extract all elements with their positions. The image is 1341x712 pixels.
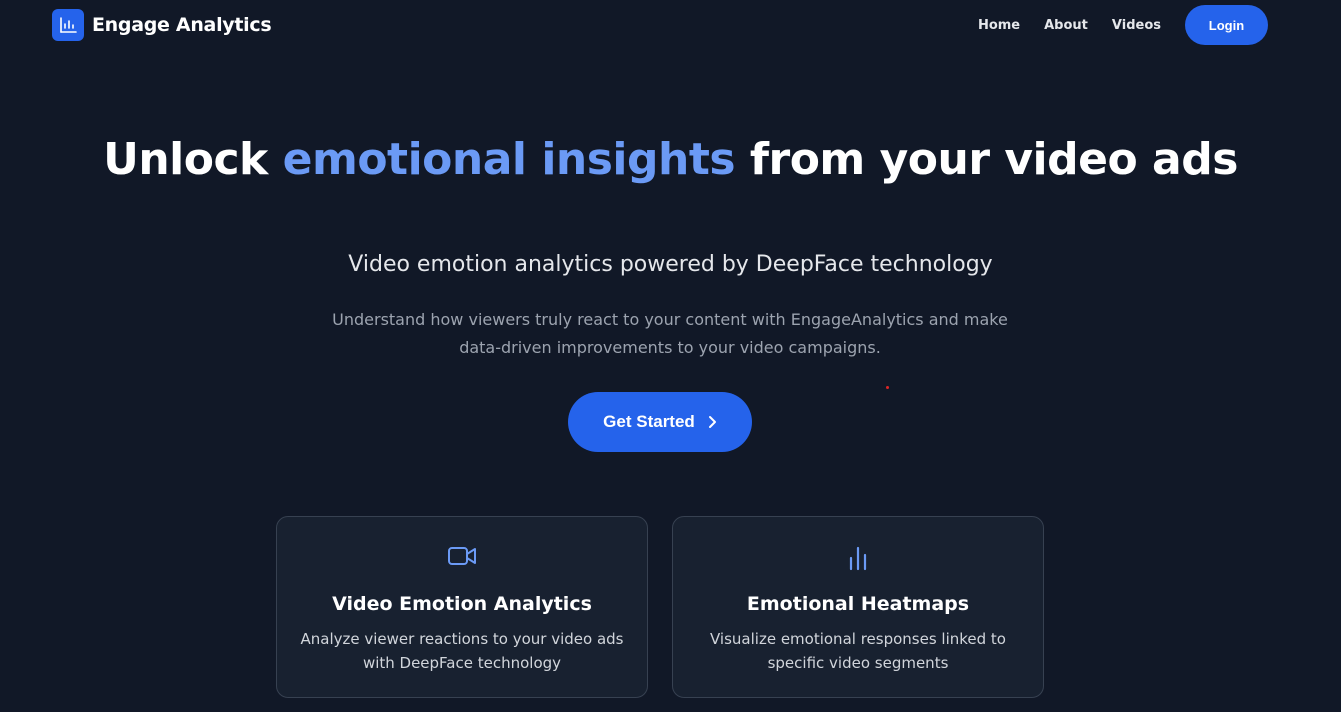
nav-home-link[interactable]: Home [978,18,1020,33]
site-header: Engage Analytics Home About Videos Login [0,0,1341,52]
nav-about-link[interactable]: About [1044,18,1088,33]
login-button[interactable]: Login [1185,5,1268,45]
cursor-dot [886,386,889,389]
get-started-label: Get Started [603,412,695,431]
feature-title: Emotional Heatmaps [746,593,970,615]
hero-title-accent: emotional insights [282,134,736,185]
brand-name: Engage Analytics [92,14,272,36]
bar-chart-icon [673,545,1043,571]
feature-title: Video Emotion Analytics [332,593,592,615]
hero-title-part1: Unlock [103,134,283,185]
feature-card-video-emotion: Video Emotion Analytics Analyze viewer r… [276,516,648,698]
get-started-button[interactable]: Get Started [568,392,752,452]
nav-videos-link[interactable]: Videos [1112,18,1161,33]
feature-description: Visualize emotional responses linked to … [710,630,1006,672]
brand-link[interactable]: Engage Analytics [52,9,272,41]
video-camera-icon [277,545,647,567]
hero-title: Unlock emotional insights from your vide… [0,136,1341,184]
hero-description: Understand how viewers truly react to yo… [332,310,1008,357]
chevron-right-icon [707,415,717,429]
feature-card-heatmaps: Emotional Heatmaps Visualize emotional r… [672,516,1044,698]
hero-subtitle: Video emotion analytics powered by DeepF… [348,252,993,277]
bar-chart-icon [52,9,84,41]
landing-page: Engage Analytics Home About Videos Login… [0,0,1341,712]
feature-description: Analyze viewer reactions to your video a… [300,630,624,672]
hero-title-part2: from your video ads [735,134,1239,185]
main-nav: Home About Videos Login [978,5,1268,45]
